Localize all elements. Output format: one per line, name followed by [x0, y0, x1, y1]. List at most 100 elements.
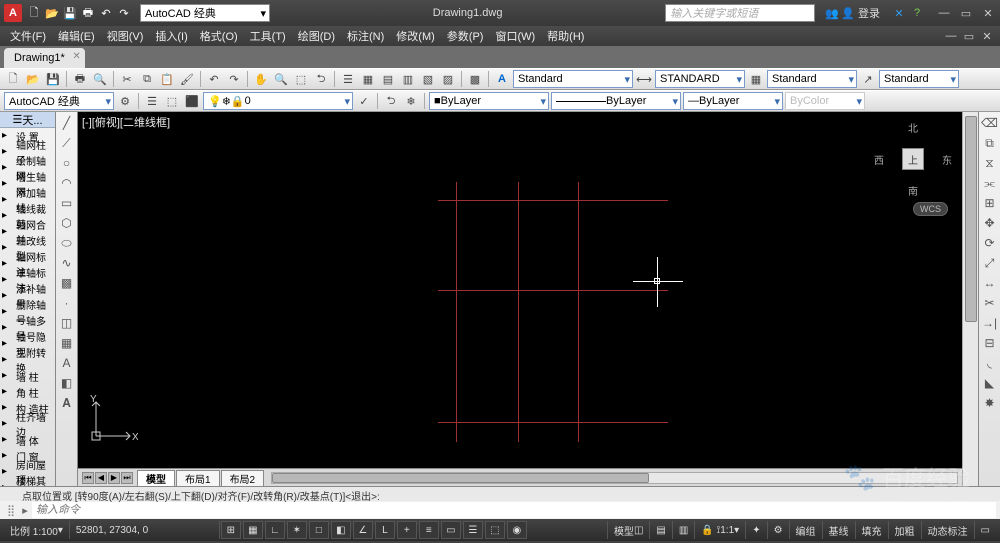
app-logo[interactable]: A: [4, 4, 22, 22]
tpy-mode-button[interactable]: ▭: [441, 521, 461, 539]
ellipse-tool-icon[interactable]: ⬭: [58, 234, 76, 252]
menu-help[interactable]: 帮助(H): [543, 26, 588, 46]
zoom-realtime-icon[interactable]: 🔍: [272, 70, 290, 88]
design-center-icon[interactable]: ▦: [359, 70, 377, 88]
break-tool-icon[interactable]: ⊟: [981, 334, 999, 352]
hatch-tool-icon[interactable]: ▩: [58, 274, 76, 292]
point-tool-icon[interactable]: ·: [58, 294, 76, 312]
cut-icon[interactable]: ✂: [118, 70, 136, 88]
status-baseline[interactable]: 基线: [822, 521, 855, 539]
save-file-icon[interactable]: 💾: [44, 70, 62, 88]
print-icon[interactable]: 🖶: [80, 5, 96, 21]
layer-states-icon[interactable]: ⬚: [163, 92, 181, 110]
aec-icon[interactable]: ▩: [466, 70, 484, 88]
quickcalc-icon[interactable]: ▨: [439, 70, 457, 88]
menu-edit[interactable]: 编辑(E): [54, 26, 99, 46]
workspace-switch-button[interactable]: ⚙: [767, 521, 789, 539]
status-scale[interactable]: 比例 1:100 ▾: [4, 521, 70, 539]
menu-window[interactable]: 窗口(W): [491, 26, 539, 46]
copy-tool-icon[interactable]: ⧉: [981, 134, 999, 152]
dyn-mode-button[interactable]: +: [397, 521, 417, 539]
menu-parametric[interactable]: 参数(P): [443, 26, 488, 46]
help-search-input[interactable]: 输入关键字或短语: [665, 4, 815, 22]
snap-mode-button[interactable]: ⊞: [221, 521, 241, 539]
people-icon[interactable]: 👥: [823, 4, 841, 22]
new-file-icon[interactable]: 🗋: [4, 70, 22, 88]
textstyle-icon[interactable]: A: [493, 70, 511, 88]
match-props-icon[interactable]: 🖌: [178, 70, 196, 88]
copy-icon[interactable]: ⧉: [138, 70, 156, 88]
lineweight-dropdown[interactable]: — ByLayer: [683, 92, 783, 110]
layout-tab-1[interactable]: 布局1: [176, 470, 220, 486]
left-panel-item[interactable]: ▸主附转换: [0, 352, 55, 368]
layer-freeze-icon[interactable]: ❄: [402, 92, 420, 110]
dimstyle-icon[interactable]: ⟷: [635, 70, 653, 88]
erase-tool-icon[interactable]: ⌫: [981, 114, 999, 132]
region-tool-icon[interactable]: ◧: [58, 374, 76, 392]
menu-draw[interactable]: 绘图(D): [294, 26, 339, 46]
layout-next-icon[interactable]: ▶: [108, 472, 120, 484]
properties-icon[interactable]: ☰: [339, 70, 357, 88]
layer-dropdown[interactable]: 💡❄🔒 0: [203, 92, 353, 110]
menu-tools[interactable]: 工具(T): [246, 26, 290, 46]
osnap3d-mode-button[interactable]: ◧: [331, 521, 351, 539]
plot-icon[interactable]: 🖶: [71, 70, 89, 88]
menu-dimension[interactable]: 标注(N): [343, 26, 388, 46]
quick-view-layouts-button[interactable]: ▤: [649, 521, 671, 539]
layout-first-icon[interactable]: ⏮: [82, 472, 94, 484]
clean-screen-button[interactable]: ▭: [974, 521, 996, 539]
mleaderstyle-icon[interactable]: ↗: [859, 70, 877, 88]
stretch-tool-icon[interactable]: ↔: [981, 274, 999, 292]
layer-iso-icon[interactable]: ⬛: [183, 92, 201, 110]
anno-scale-button[interactable]: 🔒 ⟟ 1:1▾: [694, 521, 745, 539]
rotate-tool-icon[interactable]: ⟳: [981, 234, 999, 252]
layer-match-icon[interactable]: ✓: [355, 92, 373, 110]
open-icon[interactable]: 📂: [44, 5, 60, 21]
mleader-style-dropdown[interactable]: Standard: [879, 70, 959, 88]
undo-tb-icon[interactable]: ↶: [205, 70, 223, 88]
left-panel-item[interactable]: ▸柱齐墙边: [0, 416, 55, 432]
otrack-mode-button[interactable]: ∠: [353, 521, 373, 539]
zoom-previous-icon[interactable]: ⮌: [312, 70, 330, 88]
offset-tool-icon[interactable]: ⫘: [981, 174, 999, 192]
vertical-scrollbar[interactable]: [962, 112, 978, 486]
sc-mode-button[interactable]: ⬚: [485, 521, 505, 539]
viewcube[interactable]: 北 南 西 东 上: [874, 120, 952, 198]
doc-minimize-button[interactable]: —: [944, 30, 958, 43]
open-file-icon[interactable]: 📂: [24, 70, 42, 88]
left-panel-item[interactable]: ▸楼梯其他: [0, 480, 55, 486]
arc-tool-icon[interactable]: ◠: [58, 174, 76, 192]
layout-tab-2[interactable]: 布局2: [221, 470, 265, 486]
menu-format[interactable]: 格式(O): [196, 26, 242, 46]
viewcube-top[interactable]: 上: [902, 148, 924, 170]
redo-icon[interactable]: ↷: [116, 5, 132, 21]
status-group[interactable]: 编组: [789, 521, 822, 539]
command-input[interactable]: [32, 502, 996, 518]
dim-style-dropdown[interactable]: STANDARD: [655, 70, 745, 88]
horizontal-scrollbar[interactable]: [271, 472, 958, 484]
workspace-settings-icon[interactable]: ⚙: [116, 92, 134, 110]
status-bold[interactable]: 加粗: [888, 521, 921, 539]
command-grip-icon[interactable]: ⣿: [4, 504, 18, 517]
viewport-label[interactable]: [-][俯视][二维线框]: [82, 114, 170, 130]
wcs-badge[interactable]: WCS: [913, 202, 948, 216]
color-dropdown[interactable]: ■ ByLayer: [429, 92, 549, 110]
help-icon[interactable]: ?: [908, 4, 926, 22]
markup-icon[interactable]: ▧: [419, 70, 437, 88]
layer-prev-icon[interactable]: ⮌: [382, 92, 400, 110]
tablestyle-icon[interactable]: ▦: [747, 70, 765, 88]
menu-view[interactable]: 视图(V): [103, 26, 148, 46]
zoom-window-icon[interactable]: ⬚: [292, 70, 310, 88]
plot-preview-icon[interactable]: 🔍: [91, 70, 109, 88]
extend-tool-icon[interactable]: →|: [981, 314, 999, 332]
layout-prev-icon[interactable]: ◀: [95, 472, 107, 484]
scale-tool-icon[interactable]: ⤢: [981, 254, 999, 272]
layout-last-icon[interactable]: ⏭: [121, 472, 133, 484]
doc-tab-close-icon[interactable]: ✕: [72, 51, 80, 62]
grid-mode-button[interactable]: ▦: [243, 521, 263, 539]
minimize-button[interactable]: —: [936, 6, 952, 20]
table-style-dropdown[interactable]: Standard: [767, 70, 857, 88]
trim-tool-icon[interactable]: ✂: [981, 294, 999, 312]
pan-icon[interactable]: ✋: [252, 70, 270, 88]
circle-tool-icon[interactable]: ○: [58, 154, 76, 172]
